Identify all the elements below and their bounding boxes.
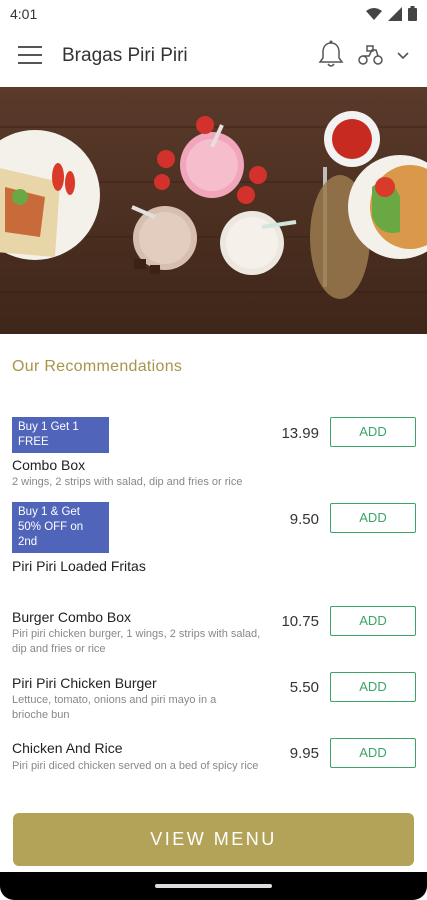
add-button[interactable]: ADD — [330, 503, 416, 533]
promo-badge: Buy 1 Get 1 FREE — [12, 417, 109, 453]
menu-item-chicken-and-rice: Chicken And Rice Piri piri diced chicken… — [0, 737, 427, 793]
item-price: 5.50 — [289, 679, 319, 696]
item-description: Piri piri diced chicken served on a bed … — [12, 760, 259, 772]
menu-item-piri-piri-chicken-burger: Piri Piri Chicken Burger Lettuce, tomato… — [0, 671, 427, 727]
item-name: Combo Box — [12, 457, 86, 473]
item-name: Piri Piri Loaded Fritas — [12, 558, 146, 574]
add-button[interactable]: ADD — [330, 606, 416, 636]
restaurant-title: Bragas Piri Piri — [62, 45, 188, 66]
menu-icon — [18, 46, 42, 48]
status-time: 4:01 — [10, 6, 38, 22]
item-name: Piri Piri Chicken Burger — [12, 675, 157, 691]
status-bar: 4:01 — [0, 0, 427, 28]
notifications-button[interactable] — [318, 40, 346, 70]
menu-item-combo-box: Buy 1 Get 1 FREE 13.99 ADD Combo Box 2 w… — [0, 415, 427, 491]
item-name: Burger Combo Box — [12, 609, 132, 625]
item-description: Piri piri chicken burger, 1 wings, 2 str… — [12, 628, 261, 655]
item-price: 13.99 — [281, 425, 319, 442]
app-bar: Bragas Piri Piri — [0, 30, 427, 86]
home-indicator[interactable] — [155, 884, 272, 888]
menu-item-piri-piri-loaded-fritas: Buy 1 & Get 50% OFF on 2nd 9.50 ADD Piri… — [0, 502, 427, 578]
system-navigation-bar — [0, 872, 427, 900]
item-name: Chicken And Rice — [12, 740, 123, 756]
add-button[interactable]: ADD — [330, 738, 416, 768]
item-price: 10.75 — [281, 613, 319, 630]
delivery-mode-button[interactable] — [358, 44, 386, 68]
promo-badge: Buy 1 & Get 50% OFF on 2nd — [12, 502, 109, 553]
bell-icon — [318, 40, 344, 67]
section-heading-recommendations: Our Recommendations — [12, 358, 183, 375]
signal-icon — [388, 6, 402, 21]
scooter-icon — [358, 45, 383, 65]
item-price: 9.50 — [289, 511, 319, 528]
add-button[interactable]: ADD — [330, 417, 416, 447]
add-button[interactable]: ADD — [330, 672, 416, 702]
chevron-down-icon — [397, 52, 409, 60]
delivery-dropdown[interactable] — [396, 48, 412, 64]
menu-button[interactable] — [18, 46, 42, 66]
item-description: 2 wings, 2 strips with salad, dip and fr… — [12, 476, 243, 488]
wifi-icon — [366, 7, 382, 20]
status-icons — [366, 6, 417, 21]
hero-banner-image — [0, 87, 427, 334]
battery-icon — [408, 6, 417, 21]
item-price: 9.95 — [289, 745, 319, 762]
view-menu-button[interactable]: VIEW MENU — [13, 813, 414, 866]
menu-item-burger-combo-box: Burger Combo Box Piri piri chicken burge… — [0, 605, 427, 661]
item-description: Lettuce, tomato, onions and piri mayo in… — [12, 694, 217, 721]
